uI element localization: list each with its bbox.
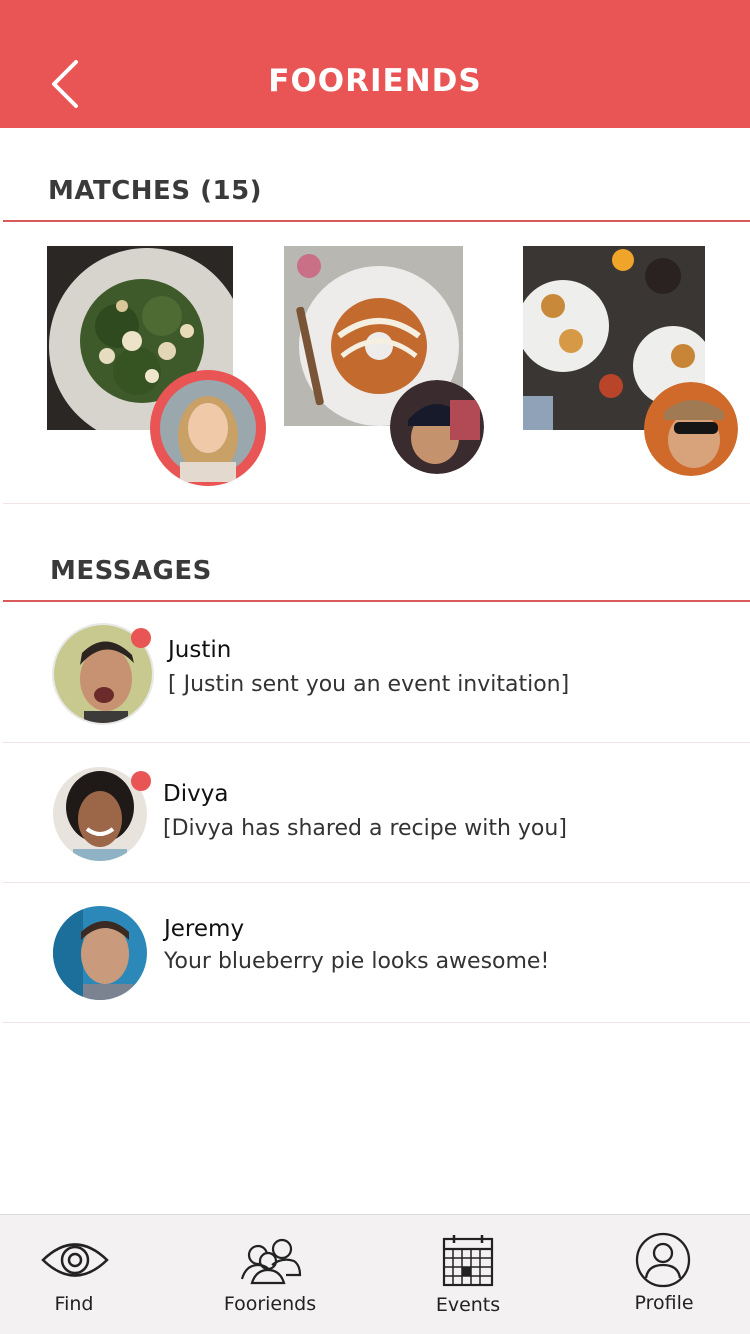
messages-title: MESSAGES: [50, 556, 212, 586]
message-row[interactable]: Justin [ Justin sent you an event invita…: [3, 602, 750, 742]
unread-dot: [131, 771, 151, 791]
tab-fooriends[interactable]: Fooriends: [190, 1215, 350, 1334]
message-avatar: [53, 906, 147, 1000]
unread-dot: [131, 628, 151, 648]
eye-icon: [41, 1243, 109, 1277]
match-avatar: [644, 382, 738, 476]
message-row[interactable]: Divya [Divya has shared a recipe with yo…: [3, 743, 750, 882]
tab-profile[interactable]: Profile: [584, 1215, 744, 1334]
matches-bottom-divider: [3, 503, 750, 504]
matches-divider: [3, 220, 750, 222]
matches-title: MATCHES (15): [48, 176, 263, 206]
message-row[interactable]: Jeremy Your blueberry pie looks awesome!: [3, 883, 750, 1022]
row-divider: [3, 1022, 750, 1023]
tab-label: Events: [435, 1294, 501, 1316]
calendar-icon: [442, 1235, 494, 1287]
bottom-tab-bar: Find Fooriends Events Profile: [0, 1214, 750, 1334]
match-avatar: [390, 380, 484, 474]
tab-label: Fooriends: [223, 1293, 317, 1315]
message-sender: Justin: [168, 637, 232, 663]
page-title: FOORIENDS: [268, 63, 482, 99]
tab-label: Find: [54, 1293, 94, 1315]
message-preview: [Divya has shared a recipe with you]: [163, 816, 567, 841]
chevron-left-icon: [52, 60, 78, 108]
people-icon: [240, 1238, 302, 1285]
message-sender: Divya: [163, 781, 229, 807]
tab-label: Profile: [634, 1292, 694, 1314]
back-button[interactable]: [44, 54, 94, 114]
match-card[interactable]: [284, 246, 486, 478]
app-header: FOORIENDS: [0, 0, 750, 128]
message-preview: Your blueberry pie looks awesome!: [164, 949, 550, 974]
match-card[interactable]: [523, 246, 739, 478]
match-card[interactable]: [47, 246, 269, 488]
tab-events[interactable]: Events: [388, 1215, 548, 1334]
user-circle-icon: [635, 1232, 691, 1288]
tab-find[interactable]: Find: [0, 1215, 154, 1334]
match-avatar: [150, 370, 266, 486]
message-preview: [ Justin sent you an event invitation]: [168, 672, 570, 697]
message-sender: Jeremy: [164, 916, 245, 942]
